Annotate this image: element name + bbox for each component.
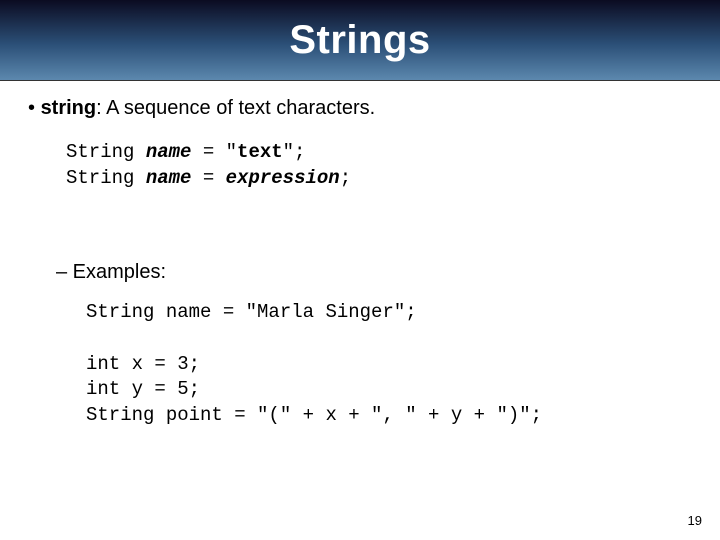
bullet-term: string [41, 97, 97, 119]
syntax1-text: text [237, 141, 283, 163]
syntax1-post: "; [283, 141, 306, 163]
syntax2-name: name [146, 167, 192, 189]
slide-body: • string: A sequence of text characters.… [0, 81, 720, 428]
syntax1-name: name [146, 141, 192, 163]
example-line-4: String point = "(" + x + ", " + y + ")"; [86, 404, 542, 426]
example-line-2: int x = 3; [86, 353, 200, 375]
examples-block: String name = "Marla Singer"; int x = 3;… [86, 300, 692, 428]
syntax2-mid: = [191, 167, 225, 189]
syntax2-expr: expression [226, 167, 340, 189]
example-line-1: String name = "Marla Singer"; [86, 301, 417, 323]
bullet-prefix: • [28, 97, 41, 119]
example-line-3: int y = 5; [86, 378, 200, 400]
title-bar: Strings [0, 0, 720, 81]
slide-title: Strings [289, 18, 430, 63]
bullet-rest: : A sequence of text characters. [96, 97, 375, 119]
examples-label: – Examples: [56, 261, 692, 284]
page-number: 19 [688, 513, 702, 528]
definition-bullet: • string: A sequence of text characters. [28, 95, 692, 122]
syntax-block: String name = "text"; String name = expr… [66, 140, 692, 191]
syntax2-post: ; [340, 167, 351, 189]
syntax2-pre: String [66, 167, 146, 189]
slide: Strings • string: A sequence of text cha… [0, 0, 720, 540]
syntax1-pre: String [66, 141, 146, 163]
syntax1-mid: = " [191, 141, 237, 163]
